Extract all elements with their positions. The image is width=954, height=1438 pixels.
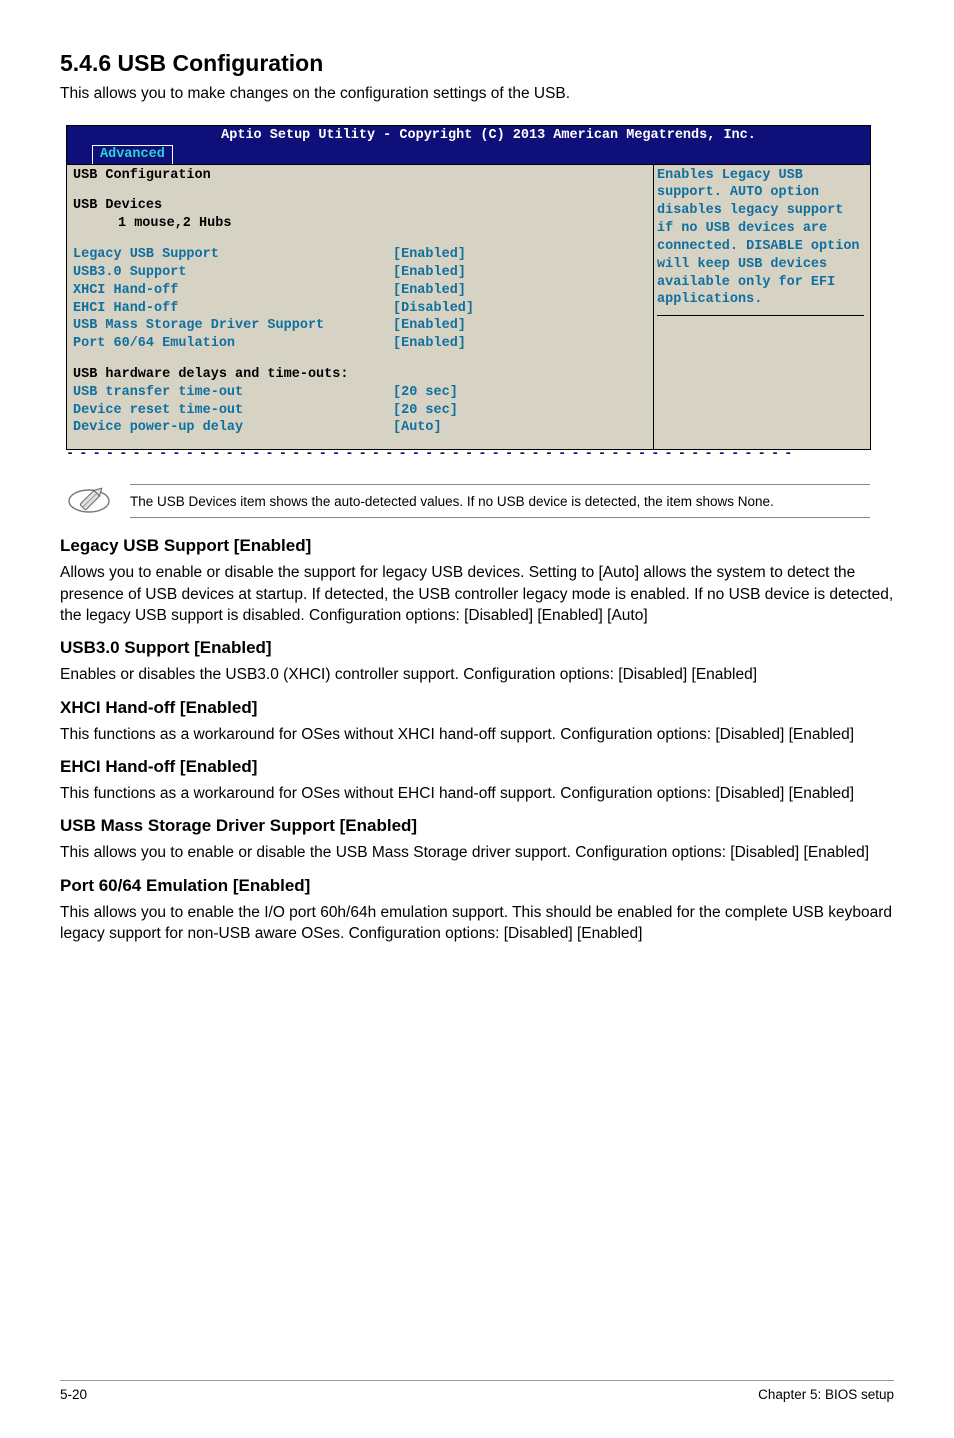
bios-item-label: Port 60/64 Emulation [73,335,393,353]
section-body: This allows you to enable the I/O port 6… [60,902,894,945]
bios-help-separator [657,315,864,365]
bios-item-value: [Enabled] [393,282,466,300]
bios-item-value: [Enabled] [393,335,466,353]
section-body: Enables or disables the USB3.0 (XHCI) co… [60,664,894,685]
bios-item-value: [20 sec] [393,402,458,420]
bios-bottom-dashes: ----------------------------------------… [66,450,871,464]
section-body: This functions as a workaround for OSes … [60,783,894,804]
section-heading: XHCI Hand-off [Enabled] [60,698,894,718]
bios-item-xhci[interactable]: XHCI Hand-off [Enabled] [73,282,653,300]
bios-item-label: XHCI Hand-off [73,282,393,300]
bios-screenshot: Aptio Setup Utility - Copyright (C) 2013… [66,125,871,450]
bios-help-pane: Enables Legacy USB support. AUTO option … [654,165,870,450]
bios-header: Aptio Setup Utility - Copyright (C) 2013… [67,126,870,164]
section-heading: USB3.0 Support [Enabled] [60,638,894,658]
bios-tab-advanced[interactable]: Advanced [92,145,173,164]
bios-header-title: Aptio Setup Utility - Copyright (C) 2013… [67,127,870,145]
bios-item-label: Device reset time-out [73,402,393,420]
bios-item-label: Legacy USB Support [73,246,393,264]
chapter-label: Chapter 5: BIOS setup [758,1387,894,1402]
bios-item-ehci[interactable]: EHCI Hand-off [Disabled] [73,300,653,318]
note-text: The USB Devices item shows the auto-dete… [130,484,870,518]
bios-section-title: USB Configuration [73,167,653,185]
section-heading: Legacy USB Support [Enabled] [60,536,894,556]
bios-item-label: USB Mass Storage Driver Support [73,317,393,335]
bios-left-pane: USB Configuration USB Devices 1 mouse,2 … [67,165,654,450]
section-body: Allows you to enable or disable the supp… [60,562,894,626]
bios-devices-label: USB Devices [73,197,653,215]
bios-item-value: [Enabled] [393,317,466,335]
bios-item-label: Device power-up delay [73,419,393,437]
bios-item-value: [Disabled] [393,300,474,318]
bios-devices-value: 1 mouse,2 Hubs [73,215,653,233]
bios-item-powerup-delay[interactable]: Device power-up delay [Auto] [73,419,653,437]
bios-item-reset-timeout[interactable]: Device reset time-out [20 sec] [73,402,653,420]
bios-item-mass-storage[interactable]: USB Mass Storage Driver Support [Enabled… [73,317,653,335]
bios-item-label: USB transfer time-out [73,384,393,402]
section-heading: USB Mass Storage Driver Support [Enabled… [60,816,894,836]
section-body: This allows you to enable or disable the… [60,842,894,863]
bios-body: USB Configuration USB Devices 1 mouse,2 … [67,164,870,450]
page-footer: 5-20 Chapter 5: BIOS setup [60,1380,894,1402]
bios-item-label: USB3.0 Support [73,264,393,282]
pencil-icon [66,478,112,524]
page-number: 5-20 [60,1387,87,1402]
bios-item-legacy-usb[interactable]: Legacy USB Support [Enabled] [73,246,653,264]
bios-help-text: Enables Legacy USB support. AUTO option … [657,167,864,310]
bios-item-value: [20 sec] [393,384,458,402]
bios-item-value: [Enabled] [393,246,466,264]
section-heading: Port 60/64 Emulation [Enabled] [60,876,894,896]
bios-item-value: [Auto] [393,419,442,437]
intro-text: This allows you to make changes on the c… [60,85,894,103]
note-block: The USB Devices item shows the auto-dete… [66,478,870,524]
bios-item-label: EHCI Hand-off [73,300,393,318]
section-body: This functions as a workaround for OSes … [60,724,894,745]
bios-tabbar: Advanced [67,145,870,164]
section-heading: EHCI Hand-off [Enabled] [60,757,894,777]
bios-item-transfer-timeout[interactable]: USB transfer time-out [20 sec] [73,384,653,402]
bios-item-value: [Enabled] [393,264,466,282]
bios-subheader: USB hardware delays and time-outs: [73,366,653,384]
bios-item-usb30[interactable]: USB3.0 Support [Enabled] [73,264,653,282]
bios-item-port6064[interactable]: Port 60/64 Emulation [Enabled] [73,335,653,353]
page-heading: 5.4.6 USB Configuration [60,50,894,77]
